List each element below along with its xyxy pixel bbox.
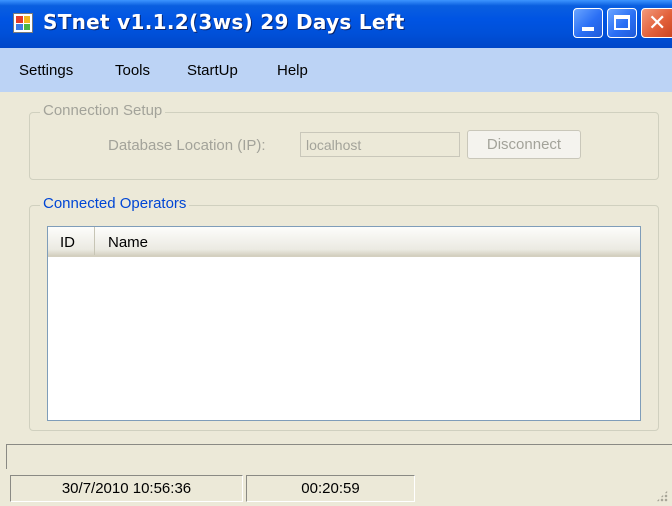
disconnect-button[interactable]: Disconnect: [467, 130, 581, 159]
status-elapsed-time: 00:20:59: [246, 475, 415, 502]
menu-help[interactable]: Help: [277, 62, 308, 79]
column-header-id-label: ID: [60, 234, 75, 251]
database-ip-input[interactable]: [300, 132, 460, 157]
operators-list-header: ID Name: [48, 227, 640, 257]
status-datetime: 30/7/2010 10:56:36: [10, 475, 243, 502]
database-location-label: Database Location (IP):: [108, 137, 266, 154]
connection-setup-legend: Connection Setup: [40, 102, 166, 119]
operators-list[interactable]: ID Name: [47, 226, 641, 421]
menu-settings[interactable]: Settings: [19, 62, 73, 79]
title-bar[interactable]: STnet v1.1.2(3ws) 29 Days Left ✕: [0, 0, 672, 48]
close-icon: ✕: [648, 10, 667, 35]
window-title: STnet v1.1.2(3ws) 29 Days Left: [43, 10, 405, 34]
app-window-icon[interactable]: [13, 13, 33, 33]
column-header-name-label: Name: [108, 234, 149, 251]
connection-setup-group: Connection Setup Database Location (IP):…: [29, 102, 659, 180]
connected-operators-legend: Connected Operators: [40, 195, 190, 212]
minimize-icon: [582, 27, 594, 31]
main-window: STnet v1.1.2(3ws) 29 Days Left ✕ Setting…: [0, 0, 672, 506]
minimize-button[interactable]: [573, 8, 603, 38]
menu-tools[interactable]: Tools: [115, 62, 150, 79]
close-button[interactable]: ✕: [641, 8, 672, 38]
column-header-id[interactable]: ID: [48, 227, 95, 255]
menu-startup[interactable]: StartUp: [187, 62, 238, 79]
maximize-icon: [614, 15, 630, 30]
menu-bar: Settings Tools StartUp Help: [0, 48, 672, 92]
resize-grip-icon[interactable]: [656, 490, 668, 502]
status-bar: 30/7/2010 10:56:36 00:20:59: [0, 470, 672, 506]
maximize-button[interactable]: [607, 8, 637, 38]
progress-strip: [6, 444, 672, 469]
connected-operators-group: Connected Operators ID Name: [29, 195, 659, 431]
